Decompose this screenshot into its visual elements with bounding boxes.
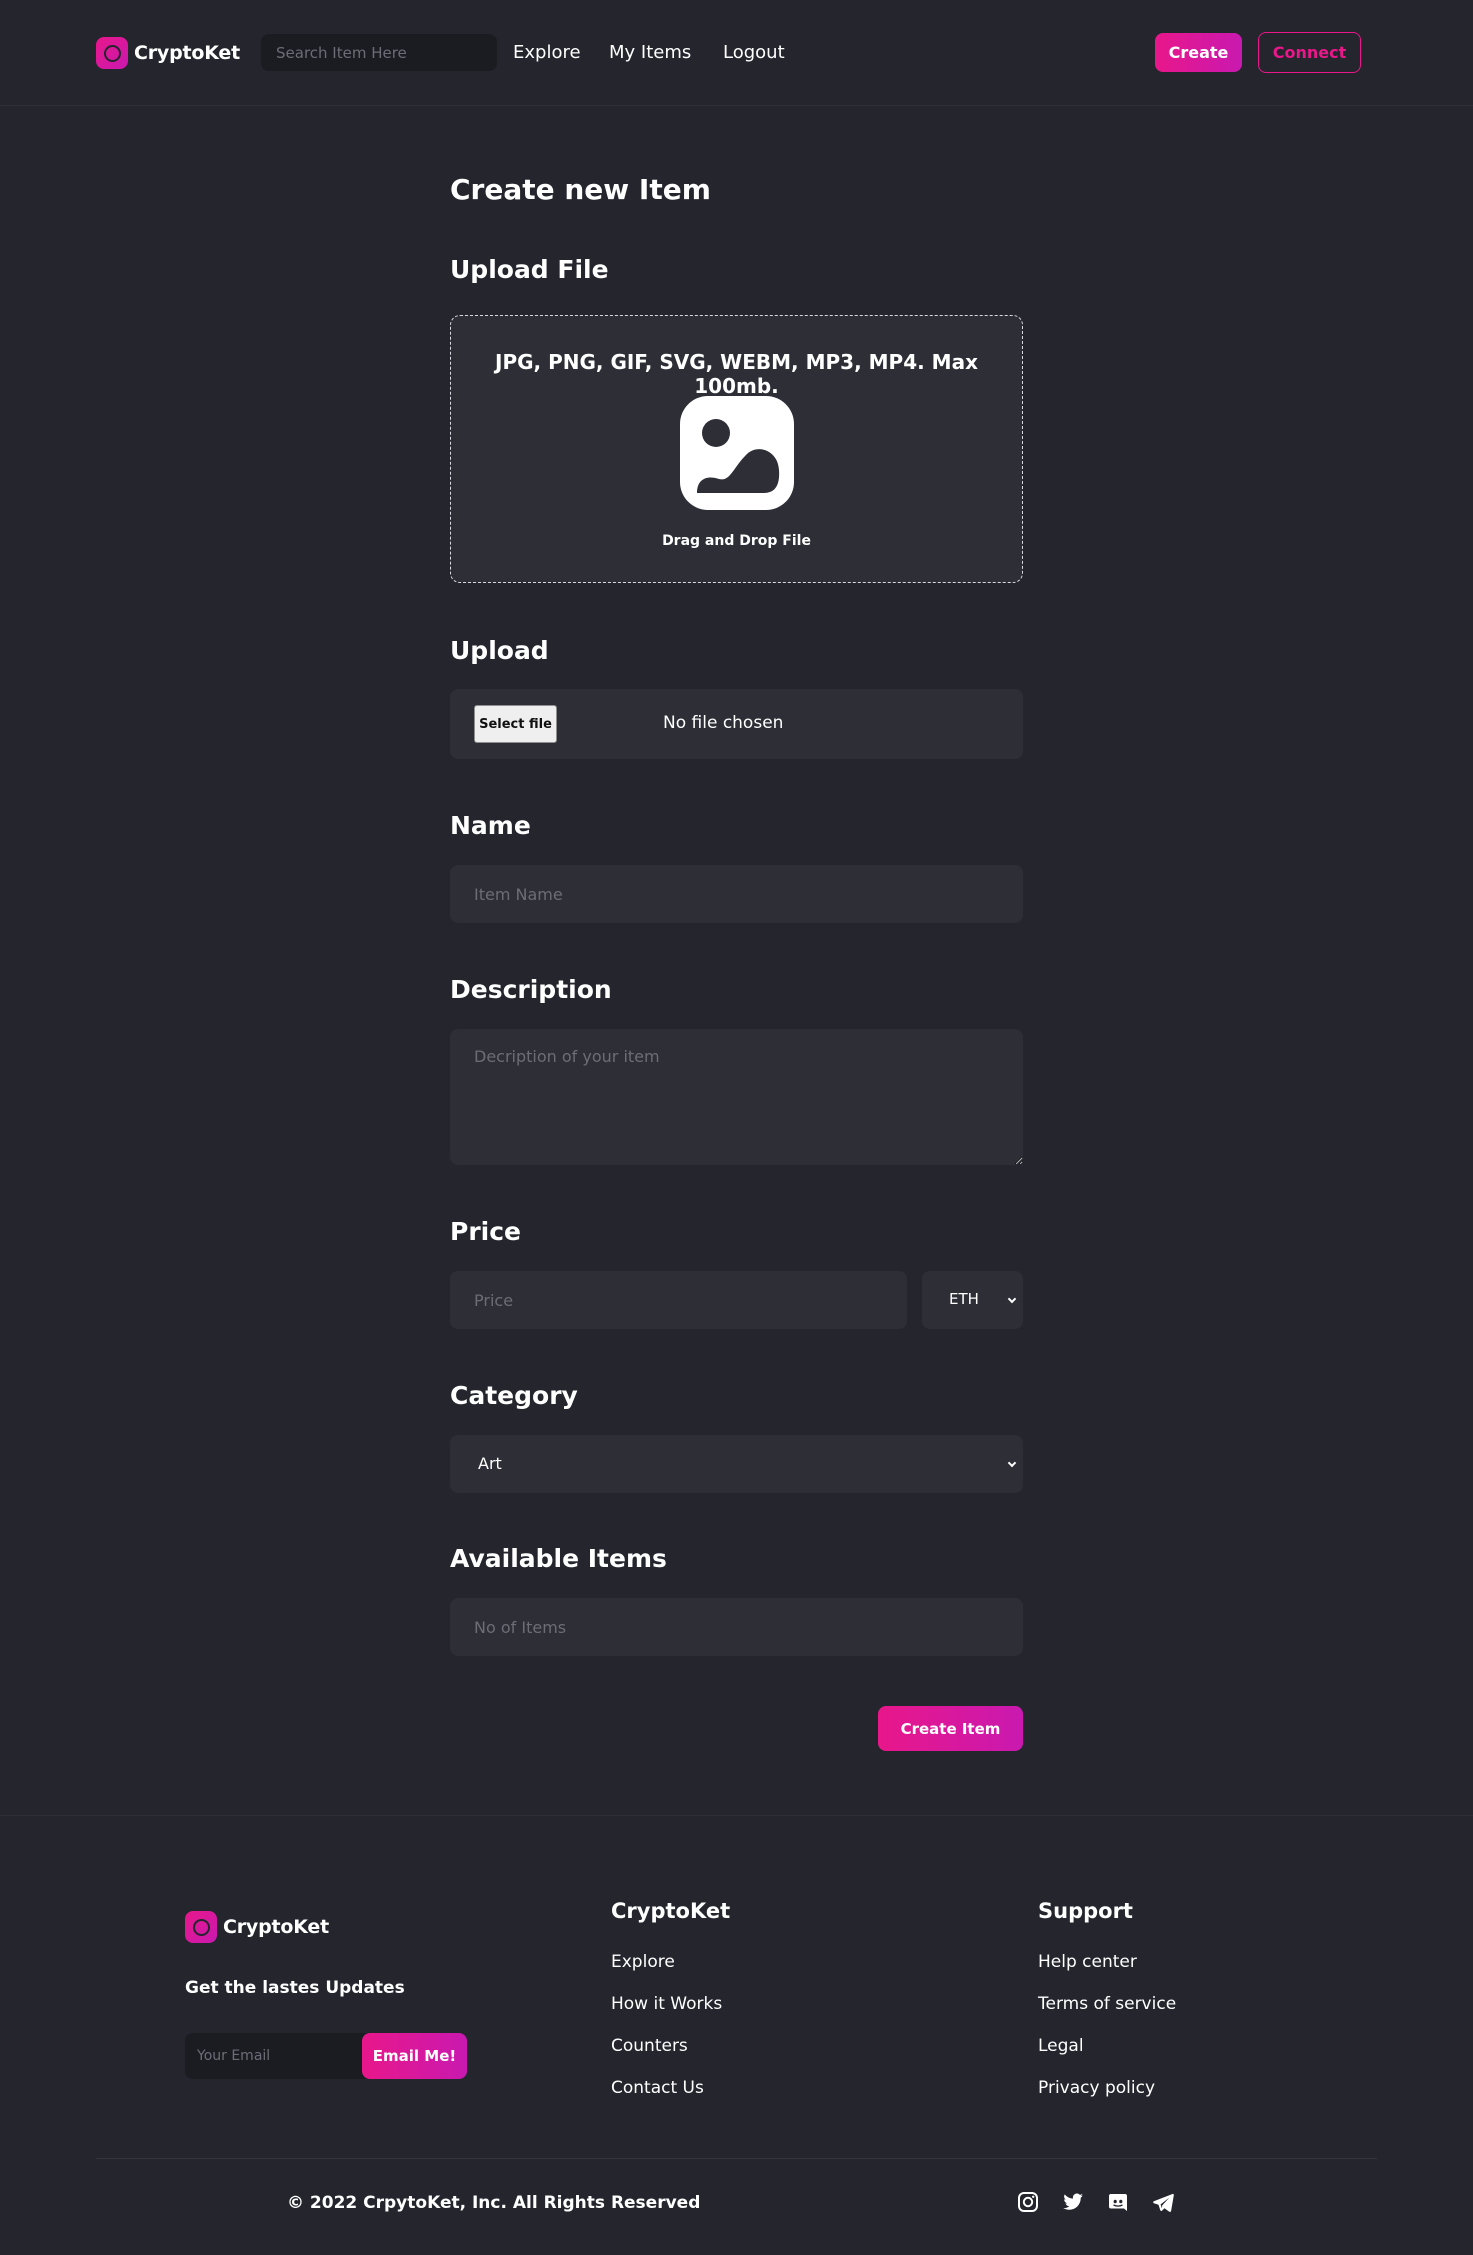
footer-link-privacy[interactable]: Privacy policy: [1038, 2078, 1155, 2098]
description-textarea[interactable]: [450, 1029, 1023, 1165]
available-items-heading: Available Items: [450, 1544, 667, 1573]
currency-value: ETH: [949, 1290, 979, 1308]
logo-icon: [96, 37, 128, 69]
file-input: Select file No file chosen: [450, 689, 1023, 759]
twitter-icon[interactable]: [1062, 2191, 1084, 2213]
connect-button[interactable]: Connect: [1258, 32, 1361, 73]
name-heading: Name: [450, 811, 531, 840]
page-title: Create new Item: [450, 173, 711, 206]
chevron-down-icon: [1007, 1294, 1017, 1304]
footer-link-counters[interactable]: Counters: [611, 2036, 688, 2056]
dropzone-formats: JPG, PNG, GIF, SVG, WEBM, MP3, MP4. Max …: [495, 350, 978, 398]
upload-file-heading: Upload File: [450, 255, 609, 284]
brand-logo[interactable]: CryptoKet: [96, 37, 240, 69]
dropzone-hint: Drag and Drop File: [662, 533, 811, 549]
copyright-text: © 2022 CrpytoKet, Inc. All Rights Reserv…: [287, 2193, 701, 2213]
brand-name: CryptoKet: [134, 42, 240, 64]
price-heading: Price: [450, 1217, 521, 1246]
telegram-icon[interactable]: [1152, 2191, 1174, 2213]
file-dropzone[interactable]: JPG, PNG, GIF, SVG, WEBM, MP3, MP4. Max …: [450, 315, 1023, 583]
description-heading: Description: [450, 975, 612, 1004]
create-button[interactable]: Create: [1155, 33, 1242, 72]
nav-logout[interactable]: Logout: [723, 42, 785, 63]
category-value: Art: [478, 1454, 502, 1473]
footer-tagline: Get the lastes Updates: [185, 1978, 405, 1998]
email-input[interactable]: [185, 2033, 363, 2079]
chevron-down-icon: [1007, 1458, 1017, 1468]
footer-link-explore[interactable]: Explore: [611, 1952, 675, 1972]
nav-explore[interactable]: Explore: [513, 42, 581, 63]
available-items-input[interactable]: [450, 1598, 1023, 1656]
currency-select[interactable]: ETH: [922, 1271, 1023, 1329]
instagram-icon[interactable]: [1017, 2191, 1039, 2213]
footer-link-help-center[interactable]: Help center: [1038, 1952, 1137, 1972]
top-nav: CryptoKet Explore My Items Logout Create…: [0, 0, 1473, 106]
search-input[interactable]: [261, 34, 497, 71]
footer-link-terms[interactable]: Terms of service: [1038, 1994, 1176, 2014]
footer-cryptoket-heading: CryptoKet: [611, 1899, 731, 1923]
image-placeholder-icon: [680, 396, 794, 510]
email-me-button[interactable]: Email Me!: [362, 2033, 467, 2079]
footer-brand-logo[interactable]: CryptoKet: [185, 1911, 329, 1943]
select-file-button[interactable]: Select file: [474, 705, 557, 743]
file-status: No file chosen: [663, 713, 784, 733]
category-heading: Category: [450, 1381, 578, 1410]
logo-icon: [185, 1911, 217, 1943]
item-name-input[interactable]: [450, 865, 1023, 923]
footer-link-legal[interactable]: Legal: [1038, 2036, 1084, 2056]
footer-divider: [0, 1815, 1473, 1816]
category-select[interactable]: Art: [450, 1435, 1023, 1493]
nav-my-items[interactable]: My Items: [609, 42, 691, 63]
footer-link-how-it-works[interactable]: How it Works: [611, 1994, 722, 2014]
bottom-divider: [96, 2158, 1377, 2159]
create-item-button[interactable]: Create Item: [878, 1706, 1023, 1751]
upload-heading: Upload: [450, 636, 549, 665]
footer-link-contact-us[interactable]: Contact Us: [611, 2078, 704, 2098]
discord-icon[interactable]: [1107, 2191, 1129, 2213]
newsletter-form: Email Me!: [185, 2033, 467, 2079]
footer-brand-name: CryptoKet: [223, 1916, 329, 1938]
footer-support-heading: Support: [1038, 1899, 1133, 1923]
price-input[interactable]: [450, 1271, 907, 1329]
